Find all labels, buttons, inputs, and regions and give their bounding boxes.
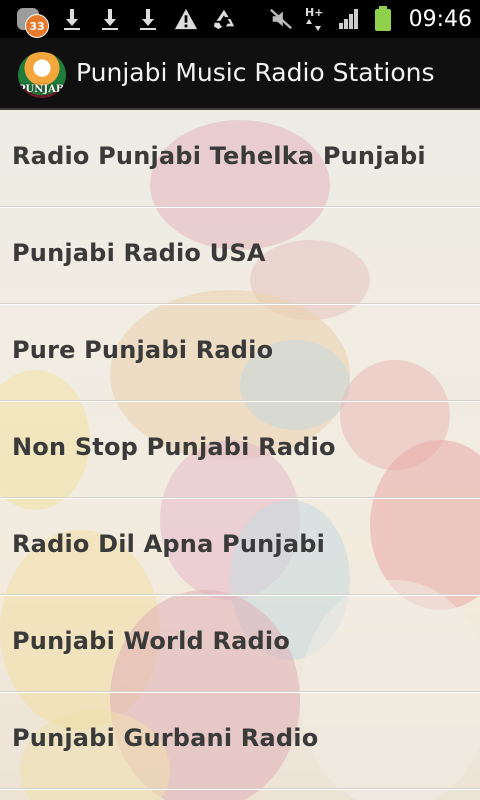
station-item[interactable]: Punjabi World Radio bbox=[0, 595, 480, 692]
signal-bars-icon bbox=[337, 6, 361, 32]
warning-icon bbox=[174, 6, 198, 32]
system-icons: H+ 09:46 bbox=[269, 4, 472, 34]
download-icon bbox=[60, 6, 84, 32]
station-label: Radio Dil Apna Punjabi bbox=[12, 530, 326, 558]
download-icon bbox=[136, 6, 160, 32]
station-label: Punjabi Radio USA bbox=[12, 239, 266, 267]
station-label: Radio Punjabi Tehelka Punjabi bbox=[12, 142, 426, 170]
station-label: Punjabi World Radio bbox=[12, 627, 291, 655]
status-bar: 33 H+ 09:46 bbox=[0, 0, 480, 38]
station-label: Pure Punjabi Radio bbox=[12, 336, 274, 364]
battery-icon bbox=[371, 6, 395, 32]
station-label: Punjabi Gurbani Radio bbox=[12, 724, 319, 752]
notification-count: 33 bbox=[25, 14, 49, 38]
station-list: Radio Punjabi Tehelka Punjabi Punjabi Ra… bbox=[0, 110, 480, 789]
station-item[interactable]: Pure Punjabi Radio bbox=[0, 304, 480, 401]
station-item[interactable]: Punjabi Gurbani Radio bbox=[0, 692, 480, 789]
station-item[interactable]: Radio Dil Apna Punjabi bbox=[0, 498, 480, 595]
recycle-icon bbox=[212, 6, 236, 32]
action-bar: PUNJABI Punjabi Music Radio Stations bbox=[0, 38, 480, 110]
page-title: Punjabi Music Radio Stations bbox=[76, 58, 435, 87]
download-icon bbox=[98, 6, 122, 32]
notification-badge: 33 bbox=[16, 4, 49, 38]
notification-icons: 33 bbox=[16, 4, 236, 38]
station-item[interactable]: Punjabi Radio USA bbox=[0, 207, 480, 304]
station-label: Non Stop Punjabi Radio bbox=[12, 433, 336, 461]
clock: 09:46 bbox=[408, 6, 472, 32]
network-type-label: H+ bbox=[305, 6, 323, 19]
app-logo: PUNJABI bbox=[18, 52, 66, 98]
app-logo-text: PUNJABI bbox=[18, 84, 66, 95]
data-arrows-icon: H+ bbox=[303, 6, 327, 32]
station-item[interactable]: Non Stop Punjabi Radio bbox=[0, 401, 480, 498]
mute-icon bbox=[269, 6, 293, 32]
station-item[interactable]: Radio Punjabi Tehelka Punjabi bbox=[0, 110, 480, 207]
